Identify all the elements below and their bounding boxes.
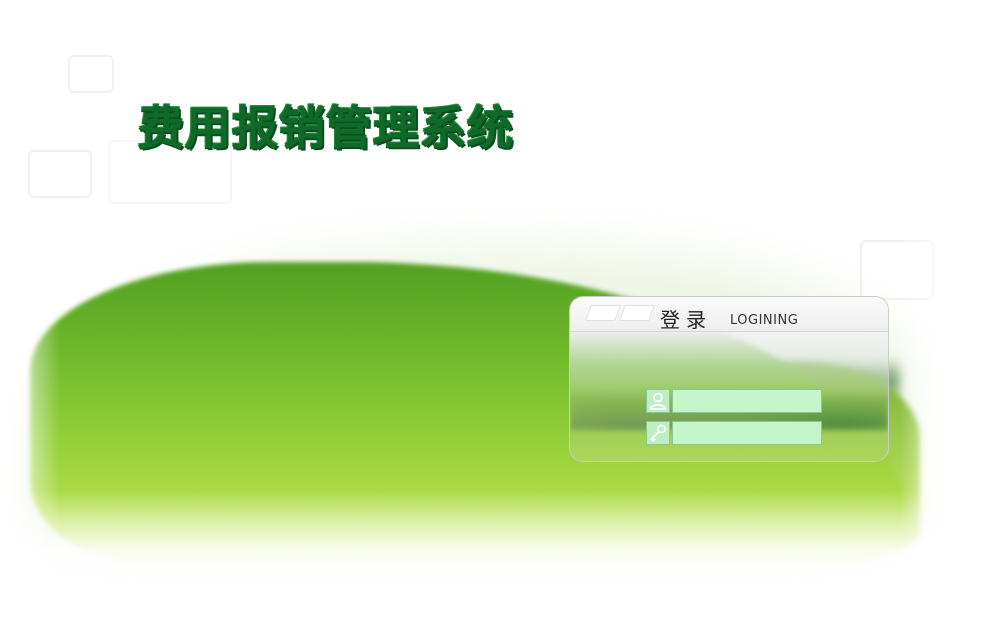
login-subheading: LOGINING	[730, 313, 799, 328]
header-decoration	[585, 305, 621, 321]
username-row	[646, 389, 822, 413]
fog-bottom	[0, 490, 1004, 625]
app-title: 费用报销管理系统	[138, 101, 514, 155]
login-page: 费用报销管理系统 登录 LOGINING	[0, 0, 1004, 625]
header-decoration	[619, 305, 655, 321]
username-input[interactable]	[672, 389, 822, 413]
key-icon	[646, 421, 670, 445]
password-input[interactable]	[672, 421, 822, 445]
login-heading: 登录	[660, 308, 712, 332]
login-panel-header: 登录 LOGINING	[570, 297, 888, 332]
login-panel: 登录 LOGINING	[569, 296, 889, 462]
user-icon	[646, 389, 670, 413]
login-panel-body	[570, 332, 888, 461]
bg-device-shape	[28, 150, 92, 198]
password-row	[646, 421, 822, 445]
bg-clock-shape	[68, 55, 114, 93]
